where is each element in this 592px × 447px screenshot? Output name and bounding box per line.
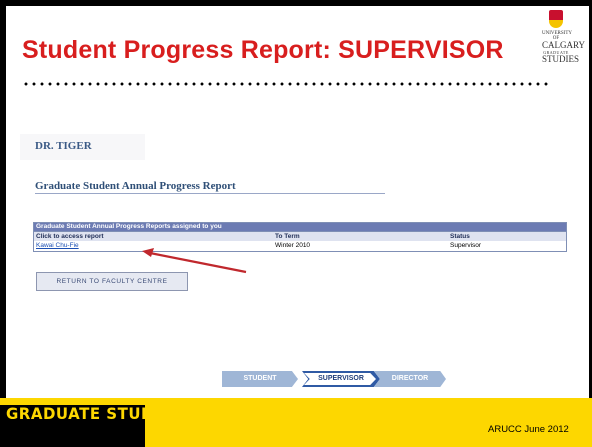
dotted-divider bbox=[22, 82, 551, 86]
footer-date: ARUCC June 2012 bbox=[488, 424, 569, 435]
page-title: Graduate Student Annual Progress Report bbox=[35, 180, 236, 192]
slide-title: Student Progress Report: SUPERVISOR bbox=[22, 36, 504, 64]
grid-header-row: Click to access report To Term Status bbox=[34, 231, 566, 241]
user-name: DR. TIGER bbox=[35, 140, 92, 152]
column-header-term: To Term bbox=[275, 233, 300, 240]
step-supervisor: SUPERVISOR bbox=[318, 375, 364, 382]
reports-grid: Graduate Student Annual Progress Reports… bbox=[33, 222, 567, 252]
cell-term: Winter 2010 bbox=[275, 242, 311, 249]
table-row: Kawai Chu-Fie Winter 2010 Supervisor bbox=[34, 241, 566, 251]
column-header-status: Status bbox=[450, 233, 470, 240]
step-director: DIRECTOR bbox=[374, 371, 446, 387]
grid-caption: Graduate Student Annual Progress Reports… bbox=[34, 223, 566, 231]
title-underline bbox=[35, 193, 385, 194]
university-logo: UNIVERSITY OF CALGARY GRADUATE STUDIES bbox=[542, 10, 586, 80]
logo-line-4: STUDIES bbox=[542, 54, 580, 64]
crest-icon bbox=[549, 10, 563, 28]
cell-status: Supervisor bbox=[450, 242, 482, 249]
slide: Student Progress Report: SUPERVISOR UNIV… bbox=[0, 0, 592, 447]
footer-brand: GRADUATE STUDIES bbox=[6, 404, 183, 424]
step-student: STUDENT bbox=[222, 371, 298, 387]
return-to-faculty-centre-button[interactable]: RETURN TO FACULTY CENTRE bbox=[36, 272, 188, 291]
column-header-report: Click to access report bbox=[36, 233, 104, 240]
student-report-link[interactable]: Kawai Chu-Fie bbox=[36, 242, 79, 249]
logo-line-2: CALGARY bbox=[542, 40, 586, 50]
